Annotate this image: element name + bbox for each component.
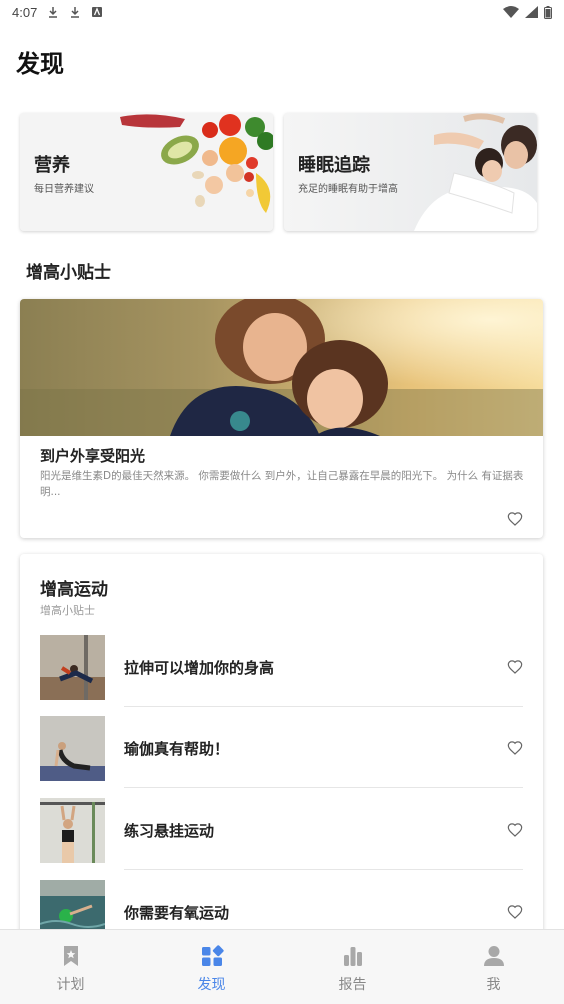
sleep-subtitle: 充足的睡眠有助于增高 <box>298 184 398 195</box>
tip-article-title: 到户外享受阳光 <box>40 447 146 465</box>
nav-label: 报告 <box>338 977 367 993</box>
exercise-item-label: 瑜伽真有帮助！ <box>124 740 230 758</box>
status-bar: 4:07 <box>0 0 564 24</box>
exercise-item-label: 练习悬挂运动 <box>124 822 215 840</box>
favorite-heart-icon[interactable] <box>507 659 523 675</box>
signal-icon <box>525 6 538 18</box>
yoga-thumbnail <box>40 716 105 781</box>
nav-label: 计划 <box>56 977 85 993</box>
nav-label: 我 <box>486 977 501 993</box>
exercise-item-label: 拉伸可以增加你的身高 <box>124 659 275 677</box>
exercise-item-label: 你需要有氧运动 <box>124 904 230 922</box>
sleep-title: 睡眠追踪 <box>298 155 370 176</box>
tip-article-description: 阳光是维生素D的最佳天然来源。 你需要做什么 到户外，让自己暴露在早晨的阳光下。… <box>40 470 524 498</box>
app-notification-icon <box>92 7 103 17</box>
favorite-heart-icon[interactable] <box>507 822 523 838</box>
hanging-thumbnail <box>40 798 105 863</box>
download-icon <box>49 7 58 18</box>
nutrition-title: 营养 <box>34 155 70 176</box>
exercise-item[interactable]: 练习悬挂运动 <box>20 798 543 880</box>
exercise-section-subtitle: 增高小贴士 <box>40 604 95 617</box>
tip-article-card[interactable]: 到户外享受阳光 阳光是维生素D的最佳天然来源。 你需要做什么 到户外，让自己暴露… <box>20 299 543 538</box>
nav-item-report[interactable]: 报告 <box>282 930 423 1004</box>
nutrition-subtitle: 每日营养建议 <box>34 184 94 195</box>
nutrition-card[interactable]: 营养 每日营养建议 <box>20 113 273 231</box>
stretching-thumbnail <box>40 635 105 700</box>
divider <box>124 706 523 707</box>
favorite-heart-icon[interactable] <box>507 740 523 756</box>
bar-chart-icon <box>343 947 362 966</box>
divider <box>124 869 523 870</box>
bottom-navigation: 计划 发现 报告 我 <box>0 929 564 1004</box>
children-sunlight-image <box>20 299 543 436</box>
exercise-section-title: 增高运动 <box>40 580 108 600</box>
nav-item-discover[interactable]: 发现 <box>141 930 282 1004</box>
sleep-card[interactable]: 睡眠追踪 充足的睡眠有助于增高 <box>284 113 537 231</box>
nav-item-plan[interactable]: 计划 <box>0 930 141 1004</box>
download-icon <box>71 7 80 18</box>
person-icon <box>483 946 504 966</box>
favorite-heart-icon[interactable] <box>507 511 523 527</box>
bookmark-star-icon <box>63 946 78 966</box>
status-time: 4:07 <box>12 4 38 20</box>
wifi-icon <box>503 6 519 18</box>
nav-label: 发现 <box>197 977 226 993</box>
nav-item-me[interactable]: 我 <box>423 930 564 1004</box>
battery-icon <box>544 5 552 19</box>
exercise-item[interactable]: 瑜伽真有帮助！ <box>20 716 543 798</box>
page-title: 发现 <box>16 50 64 78</box>
exercise-card: 增高运动 增高小贴士 拉伸可以增加你的身高 瑜伽真有帮助！ 练习悬挂运动 你需要… <box>20 554 543 974</box>
divider <box>124 787 523 788</box>
favorite-heart-icon[interactable] <box>507 904 523 920</box>
exercise-item[interactable]: 拉伸可以增加你的身高 <box>20 635 543 717</box>
grid-discover-icon <box>201 945 224 966</box>
tips-section-title: 增高小贴士 <box>26 263 111 283</box>
